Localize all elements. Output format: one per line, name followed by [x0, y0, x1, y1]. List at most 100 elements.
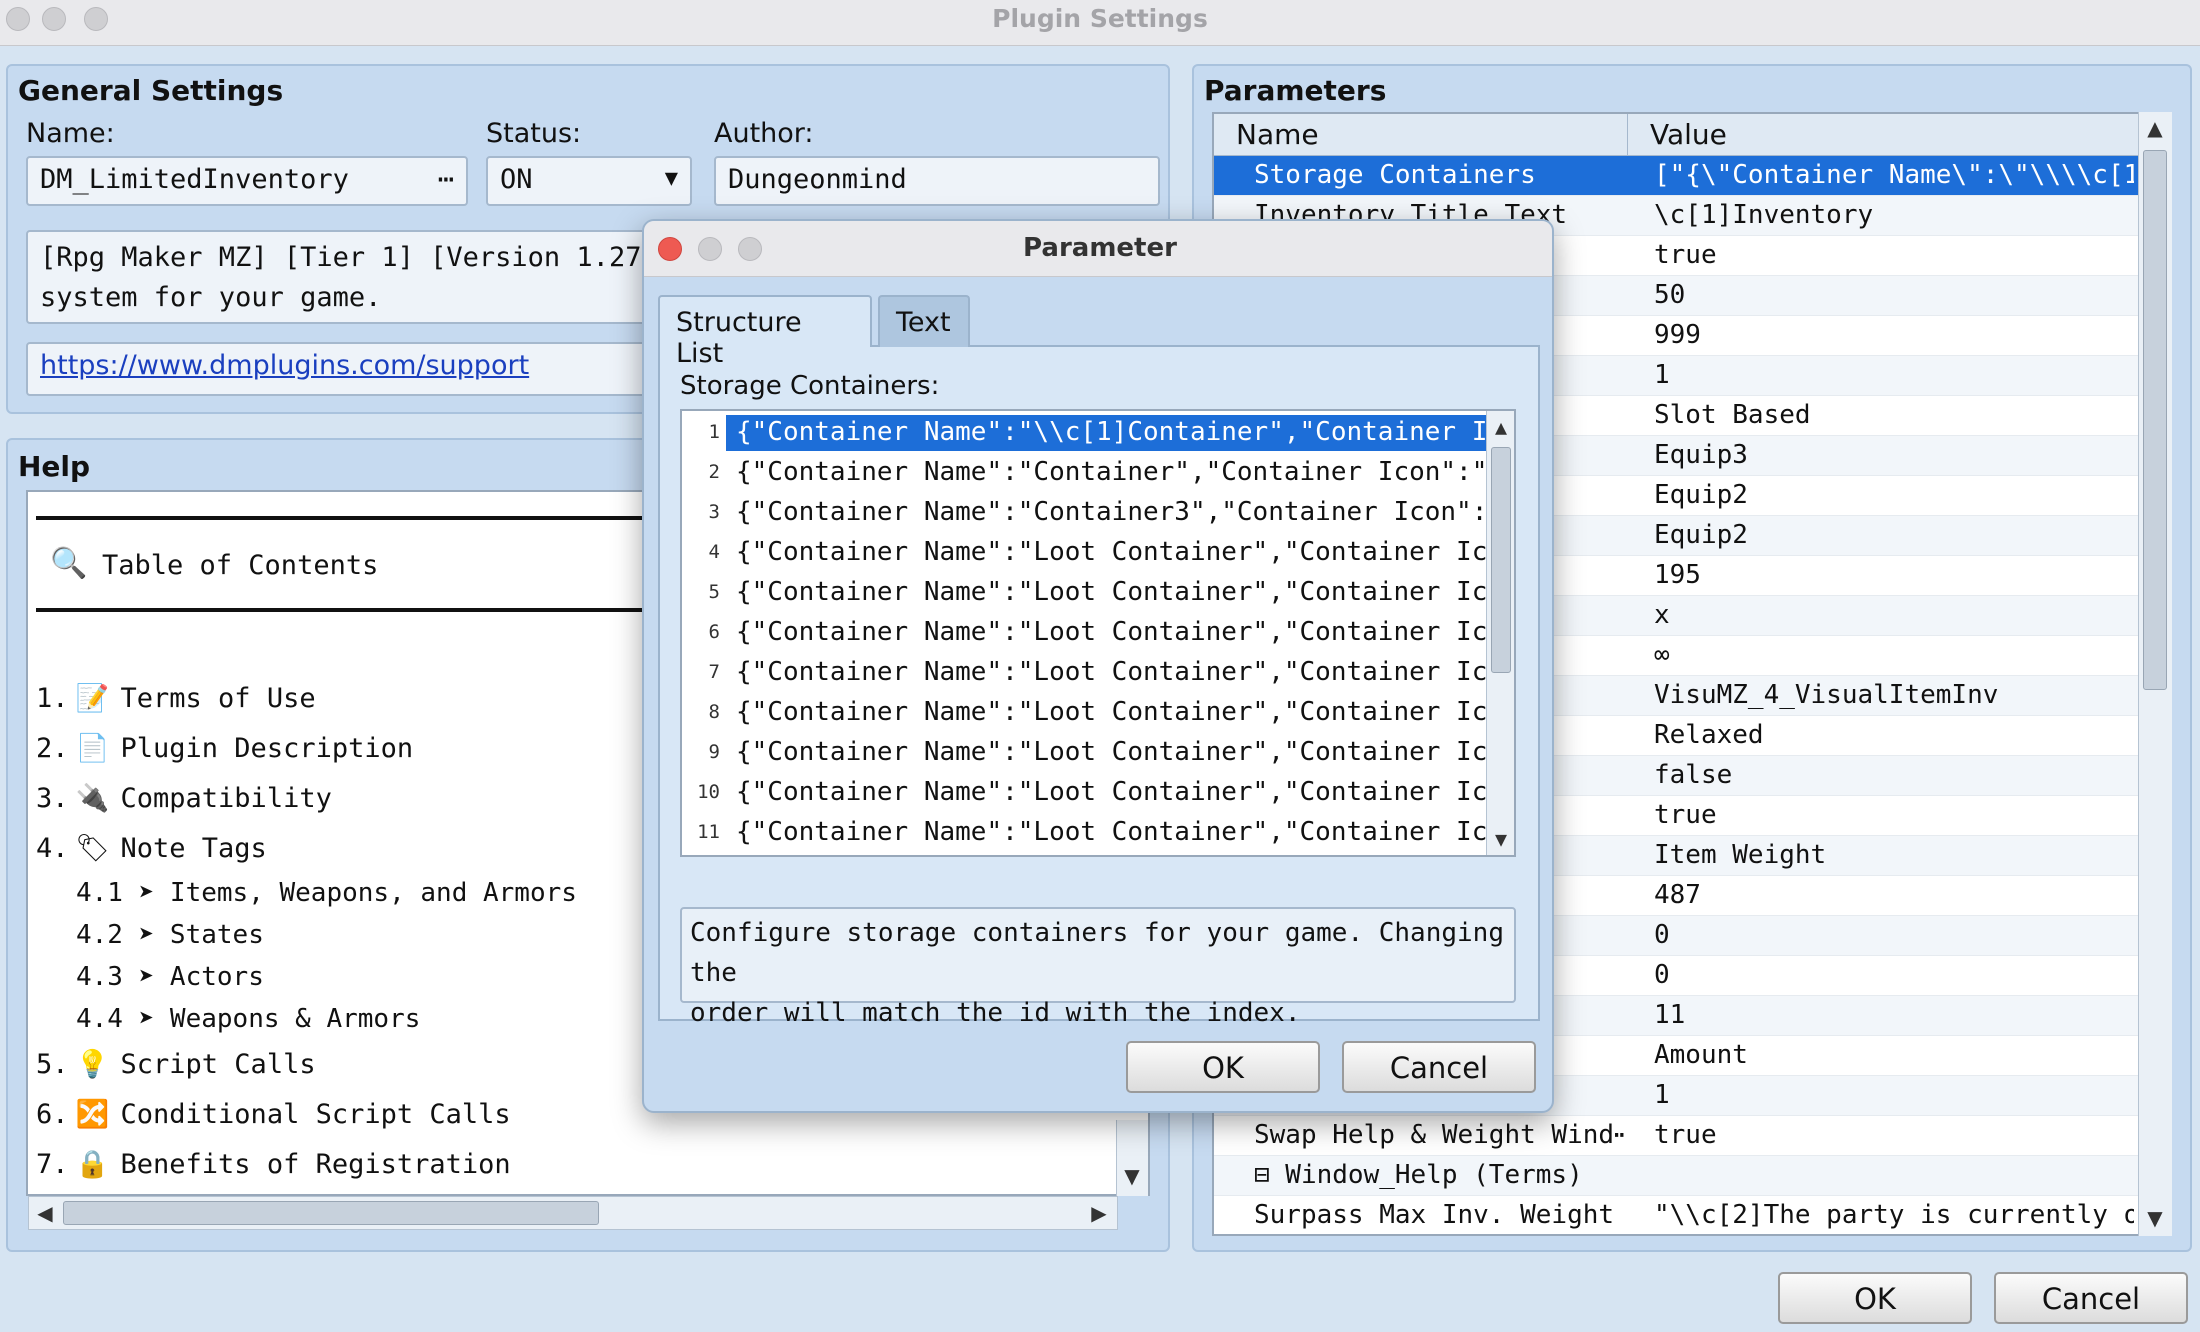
cancel-button[interactable]: Cancel: [1994, 1272, 2188, 1324]
scroll-left-arrow-icon[interactable]: ◀: [33, 1201, 57, 1225]
list-item[interactable]: 3 {"Container Name":"Container3","Contain…: [682, 493, 1490, 533]
chevron-down-icon: ▼: [664, 166, 678, 191]
list-item[interactable]: 10 {"Container Name":"Loot Container","Co…: [682, 773, 1490, 813]
toc-item-note-tags[interactable]: 4. 🏷 Note Tags: [36, 832, 267, 864]
parameter-row[interactable]: Swap Help & Weight Wind⋯ true: [1214, 1116, 2138, 1156]
scroll-up-arrow-icon[interactable]: ▲: [2139, 116, 2171, 140]
parameter-value: 0: [1654, 920, 1670, 950]
toc-item-number: 6.: [36, 1099, 69, 1130]
tab-text[interactable]: Text: [878, 295, 970, 347]
list-scroll-thumb[interactable]: [1491, 447, 1511, 673]
list-item[interactable]: 12{"Container Name":"Loot Container","Co…: [682, 853, 1490, 857]
plug-icon: 🔌: [75, 783, 110, 814]
parameter-value: Equip3: [1654, 440, 1748, 470]
toc-item-number: 3.: [36, 783, 69, 814]
parameter-value: ∞: [1654, 640, 1670, 670]
parameter-value: Slot Based: [1654, 400, 1811, 430]
list-item[interactable]: 2 {"Container Name":"Container","Containe…: [682, 453, 1490, 493]
parameter-row[interactable]: Surpass Max Inv. Weight "\\c[2]The party …: [1214, 1196, 2138, 1234]
list-item[interactable]: 9 {"Container Name":"Loot Container","Con…: [682, 733, 1490, 773]
parameter-value: true: [1654, 800, 1717, 830]
toc-item-plugin-description[interactable]: 2. 📄 Plugin Description: [36, 732, 413, 764]
parameters-title: Parameters: [1204, 74, 1387, 107]
toc-item-compatibility[interactable]: 3. 🔌 Compatibility: [36, 782, 332, 814]
toc-item-label: Terms of Use: [120, 683, 316, 714]
scroll-down-arrow-icon[interactable]: ▼: [1487, 827, 1514, 851]
column-header-name[interactable]: Name: [1214, 114, 1628, 156]
parameters-vertical-scrollbar[interactable]: ▲ ▼: [2138, 112, 2172, 1236]
scroll-up-arrow-icon[interactable]: ▲: [1487, 415, 1514, 439]
list-item-text: {"Container Name":"Loot Container","Cont…: [736, 737, 1486, 767]
parameter-value: Amount: [1654, 1040, 1748, 1070]
status-select[interactable]: ON ▼: [486, 156, 692, 206]
list-item[interactable]: 11 {"Container Name":"Loot Container","Co…: [682, 813, 1490, 853]
shuffle-icon: 🔀: [75, 1099, 110, 1130]
help-horizontal-scrollbar[interactable]: ◀ ▶: [28, 1196, 1118, 1230]
list-item[interactable]: 5 {"Container Name":"Loot Container","Con…: [682, 573, 1490, 613]
list-item[interactable]: 6 {"Container Name":"Loot Container","Con…: [682, 613, 1490, 653]
support-link[interactable]: https://www.dmplugins.com/support: [40, 350, 529, 381]
scroll-down-arrow-icon[interactable]: ▼: [2139, 1206, 2171, 1230]
tab-structure-list[interactable]: Structure List: [658, 295, 872, 369]
parameter-row[interactable]: Storage Containers ["{\"Container Name\":…: [1214, 156, 2138, 196]
author-value: Dungeonmind: [728, 164, 907, 195]
parameter-value: 195: [1654, 560, 1701, 590]
name-label: Name:: [26, 118, 115, 149]
status-label: Status:: [486, 118, 582, 149]
ok-button[interactable]: OK: [1778, 1272, 1972, 1324]
toc-item-terms-of-use[interactable]: 1. 📝 Terms of Use: [36, 682, 316, 714]
author-label: Author:: [714, 118, 814, 149]
list-item-number: 2: [708, 461, 720, 483]
toc-subitem-actors[interactable]: 4.3 ➤ Actors: [76, 962, 264, 992]
list-item-number: 4: [708, 541, 720, 563]
toc-subitem-label: ➤ States: [138, 920, 264, 950]
author-field[interactable]: Dungeonmind: [714, 156, 1160, 206]
help-vertical-scrollbar[interactable]: ▼: [1116, 1120, 1148, 1196]
toc-subitem-label: ➤ Actors: [138, 962, 264, 992]
list-item-number: 6: [708, 621, 720, 643]
list-item-text: {"Container Name":"Loot Container","Cont…: [736, 657, 1486, 687]
more-icon[interactable]: ⋯: [438, 164, 454, 195]
name-field[interactable]: DM_LimitedInventory ⋯: [26, 156, 468, 206]
scroll-down-arrow-icon[interactable]: ▼: [1117, 1164, 1147, 1188]
list-item-number: 7: [708, 661, 720, 683]
dialog-description: Configure storage containers for your ga…: [680, 907, 1516, 1028]
parameter-value: 487: [1654, 880, 1701, 910]
dialog-ok-button[interactable]: OK: [1126, 1041, 1320, 1093]
toc-subitem-items-weapons-armors[interactable]: 4.1 ➤ Items, Weapons, and Armors: [76, 878, 577, 908]
toc-item-label: Note Tags: [120, 833, 267, 864]
toc-subitem-weapons-armors[interactable]: 4.4 ➤ Weapons & Armors: [76, 1004, 420, 1034]
list-item-text: {"Container Name":"Loot Container","Cont…: [736, 577, 1486, 607]
list-item[interactable]: 8 {"Container Name":"Loot Container","Con…: [682, 693, 1490, 733]
list-item[interactable]: 7 {"Container Name":"Loot Container","Con…: [682, 653, 1490, 693]
parameter-value: ["{\"Container Name\":\"\\\\c[1]⋯: [1654, 160, 2134, 190]
list-item-text: {"Container Name":"Loot Container","Cont…: [736, 777, 1486, 807]
lock-icon: 🔒: [75, 1149, 110, 1180]
parameters-scroll-thumb[interactable]: [2143, 150, 2167, 690]
list-item-text: {"Container Name":"Loot Container","Cont…: [736, 817, 1486, 847]
list-item-number: 10: [697, 781, 720, 803]
list-item[interactable]: 4 {"Container Name":"Loot Container","Con…: [682, 533, 1490, 573]
toc-item-script-calls[interactable]: 5. 💡 Script Calls: [36, 1048, 316, 1080]
toc-item-conditional-script-calls[interactable]: 6. 🔀 Conditional Script Calls: [36, 1098, 511, 1130]
help-horizontal-scroll-thumb[interactable]: [63, 1201, 599, 1225]
window-titlebar: Plugin Settings: [0, 0, 2200, 46]
list-item[interactable]: 1 {"Container Name":"\\c[1]Container","Co…: [682, 413, 1490, 453]
parameter-row[interactable]: ⊟ Window_Help (Terms): [1214, 1156, 2138, 1196]
list-item-text: {"Container Name":"Loot Container","Cont…: [726, 855, 1486, 857]
scroll-right-arrow-icon[interactable]: ▶: [1087, 1201, 1111, 1225]
toc-subitem-states[interactable]: 4.2 ➤ States: [76, 920, 264, 950]
general-settings-title: General Settings: [18, 74, 284, 107]
list-item-number: 8: [708, 701, 720, 723]
list-item-text: {"Container Name":"Container3","Containe…: [736, 497, 1486, 527]
toc-title: Table of Contents: [102, 550, 379, 581]
toc-item-benefits-of-registration[interactable]: 7. 🔒 Benefits of Registration: [36, 1148, 511, 1180]
dialog-cancel-button[interactable]: Cancel: [1342, 1041, 1536, 1093]
parameter-value: 0: [1654, 960, 1670, 990]
dialog-title: Parameter: [1023, 233, 1177, 263]
list-item-number: 5: [708, 581, 720, 603]
parameter-value: Equip2: [1654, 480, 1748, 510]
list-item-text: {"Container Name":"Container","Container…: [736, 457, 1486, 487]
list-vertical-scrollbar[interactable]: ▲ ▼: [1486, 411, 1514, 855]
column-header-value[interactable]: Value: [1628, 114, 2138, 156]
